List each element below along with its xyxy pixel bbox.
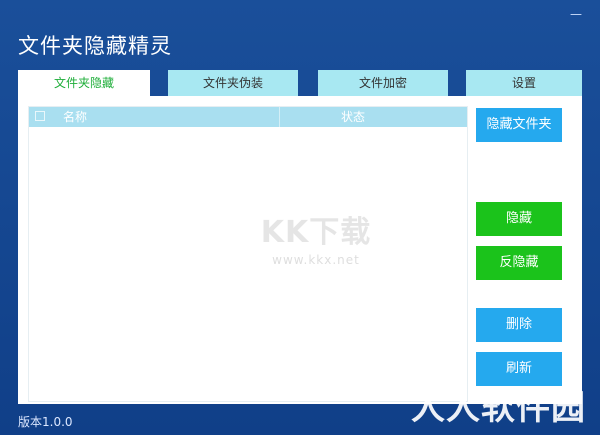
column-status-header[interactable]: 状态 xyxy=(341,109,365,125)
hide-folder-button[interactable]: 隐藏文件夹 xyxy=(476,108,562,142)
main-panel: 名称 状态 KK下载 www.kkx.net 隐藏文件夹 隐藏 反隐藏 删除 刷… xyxy=(18,96,582,404)
tab-folder-disguise[interactable]: 文件夹伪装 xyxy=(168,70,298,96)
app-window: — 文件夹隐藏精灵 文件夹隐藏 文件夹伪装 文件加密 设置 名称 状态 KK下载… xyxy=(0,0,600,435)
delete-button[interactable]: 删除 xyxy=(476,308,562,342)
version-label: 版本1.0.0 xyxy=(18,415,73,429)
unhide-button[interactable]: 反隐藏 xyxy=(476,246,562,280)
window-title: 文件夹隐藏精灵 xyxy=(18,34,172,58)
tab-bar: 文件夹隐藏 文件夹伪装 文件加密 设置 xyxy=(18,70,582,96)
center-watermark: KK下载 www.kkx.net xyxy=(241,207,391,267)
checkbox-icon[interactable] xyxy=(35,111,45,121)
tab-folder-hide[interactable]: 文件夹隐藏 xyxy=(18,70,150,96)
column-name-header[interactable]: 名称 xyxy=(63,109,87,125)
corner-watermark: 人人软件园 xyxy=(411,388,586,428)
watermark-url: www.kkx.net xyxy=(272,253,360,267)
folder-list[interactable]: 名称 状态 KK下载 www.kkx.net xyxy=(28,106,468,402)
tab-file-encrypt[interactable]: 文件加密 xyxy=(318,70,448,96)
column-divider[interactable] xyxy=(279,107,280,127)
hide-button[interactable]: 隐藏 xyxy=(476,202,562,236)
minimize-icon[interactable]: — xyxy=(570,8,582,20)
watermark-logo: KK下载 xyxy=(260,215,372,250)
tab-settings[interactable]: 设置 xyxy=(466,70,582,96)
list-header: 名称 状态 xyxy=(29,107,467,127)
